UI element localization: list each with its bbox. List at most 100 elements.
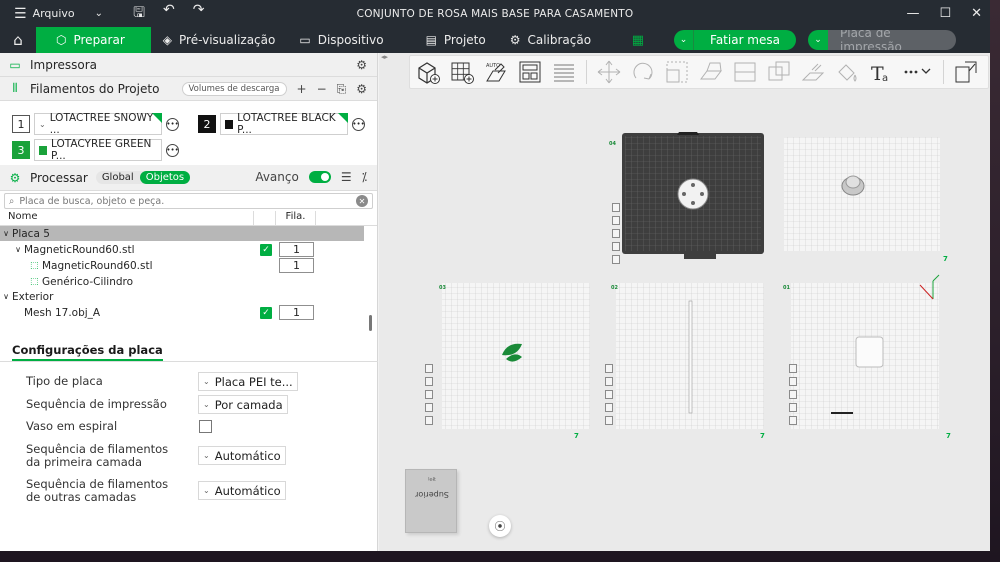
filament-item[interactable]: 2 LOTACTREE BLACK P... ••• xyxy=(198,112,365,136)
remove-filament-icon[interactable]: − xyxy=(317,82,327,96)
tab-prepare[interactable]: ⬡ Preparar xyxy=(36,27,151,53)
file-menu[interactable]: ☰ Arquivo ⌄ xyxy=(0,0,103,27)
plate-arrange-icon[interactable] xyxy=(425,377,433,386)
minimize-icon[interactable]: — xyxy=(906,6,919,21)
object-visible-checkbox[interactable]: ✓ xyxy=(260,306,272,319)
plate-orient-icon[interactable] xyxy=(605,390,613,399)
scope-objects[interactable]: Objetos xyxy=(139,171,191,184)
plate-delete-icon[interactable] xyxy=(789,416,797,425)
clear-search-icon[interactable]: ✕ xyxy=(356,195,368,207)
view-cube-front-face[interactable]: ʇɟǝן xyxy=(406,476,458,482)
spiral-vase-checkbox[interactable] xyxy=(199,420,212,433)
plate-settings-icon[interactable] xyxy=(605,403,613,412)
print-dropdown-icon[interactable]: ⌄ xyxy=(808,30,828,50)
tab-preview[interactable]: ◈ Pré-visualização xyxy=(151,27,288,53)
list-icon[interactable]: ☰ xyxy=(341,170,352,184)
print-button-label[interactable]: Placa de impressão xyxy=(828,30,956,50)
magnetic-round-model[interactable] xyxy=(677,178,709,210)
plate-arrange-icon[interactable] xyxy=(605,377,613,386)
filament-selector[interactable]: ⌄ LOTACTREE SNOWY ... xyxy=(34,112,162,136)
plate-arrange-icon[interactable] xyxy=(789,377,797,386)
plate-orient-icon[interactable] xyxy=(425,390,433,399)
plate-5-active[interactable] xyxy=(622,132,764,259)
filament-index[interactable]: 1 xyxy=(279,305,314,320)
scope-global[interactable]: Global xyxy=(96,171,140,184)
plate-02[interactable] xyxy=(791,283,939,429)
sync-filament-icon[interactable]: ⎘ xyxy=(337,82,347,97)
object-visible-checkbox[interactable]: ✓ xyxy=(260,243,272,256)
tab-project[interactable]: ▤ Projeto xyxy=(414,27,498,53)
maximize-icon[interactable]: ☐ xyxy=(939,6,951,21)
more-options-icon[interactable]: ••• xyxy=(166,143,179,157)
plate-delete-icon[interactable] xyxy=(605,416,613,425)
plate-lock-icon[interactable] xyxy=(605,364,613,373)
filament-index[interactable]: 1 xyxy=(279,258,314,273)
plate-settings-tab[interactable]: Configurações da placa xyxy=(0,340,378,362)
tab-device[interactable]: ▭ Dispositivo xyxy=(287,27,395,53)
tree-row-object[interactable]: Mesh 17.obj_A ✓ 1 xyxy=(0,305,364,320)
stem-model[interactable] xyxy=(688,300,693,414)
plate-arrange-icon[interactable] xyxy=(612,216,620,225)
print-button[interactable]: ⌄ Placa de impressão xyxy=(808,30,956,50)
advanced-toggle[interactable] xyxy=(308,171,331,183)
plate-settings-icon[interactable] xyxy=(425,403,433,412)
slice-button-label[interactable]: Fatiar mesa xyxy=(694,30,796,50)
plate-lock-icon[interactable] xyxy=(425,364,433,373)
filament-selector[interactable]: LOTACTREE BLACK P... xyxy=(220,112,348,136)
tree-row-modifier[interactable]: ⬚ Genérico-Cilindro xyxy=(0,274,364,289)
more-options-icon[interactable]: ••• xyxy=(166,117,179,131)
object-list-scrollbar[interactable] xyxy=(369,315,372,331)
plate-lock-icon[interactable] xyxy=(612,203,620,212)
more-options-icon[interactable]: ••• xyxy=(352,117,365,131)
compare-icon[interactable]: ⁒ xyxy=(362,170,367,184)
first-layer-sequence-select[interactable]: ⌄ Automático xyxy=(198,446,286,465)
view-cube[interactable]: Superior ʇɟǝן xyxy=(405,469,457,533)
undo-icon[interactable]: ↶ xyxy=(163,2,175,26)
plate-settings-icon[interactable] xyxy=(612,242,620,251)
plate-03[interactable] xyxy=(616,283,764,429)
search-input[interactable]: ⌕ Placa de busca, objeto e peça. ✕ xyxy=(4,193,373,209)
plate-row[interactable]: ∨ Placa 5 xyxy=(0,226,364,241)
tree-row-object[interactable]: ∨ MagneticRound60.stl ✓ 1 xyxy=(0,242,364,257)
other-layers-sequence-select[interactable]: ⌄ Automático xyxy=(198,481,286,500)
column-name[interactable]: Nome xyxy=(0,211,254,225)
plate-delete-icon[interactable] xyxy=(612,255,620,264)
plate-delete-icon[interactable] xyxy=(425,416,433,425)
hamburger-icon[interactable]: ☰ xyxy=(14,7,27,21)
tab-calibration[interactable]: ⚙ Calibração xyxy=(498,27,603,53)
multi-plate-icon[interactable]: ▦ xyxy=(632,33,644,48)
process-scope-toggle[interactable]: Global Objetos xyxy=(95,171,191,184)
slice-dropdown-icon[interactable]: ⌄ xyxy=(674,30,695,50)
filament-item[interactable]: 3 LOTACYREE GREEN P... ••• xyxy=(12,138,179,162)
tree-row-part[interactable]: ⬚ MagneticRound60.stl 1 xyxy=(0,258,364,273)
save-icon[interactable]: 🖫 xyxy=(133,2,145,26)
fit-view-icon[interactable]: ⦿ xyxy=(489,515,511,537)
chevron-down-icon[interactable]: ⌄ xyxy=(95,8,103,19)
plate-type-select[interactable]: ⌄ Placa PEI te... xyxy=(198,372,298,391)
plate-lock-icon[interactable] xyxy=(789,364,797,373)
printer-section-header[interactable]: ▭ Impressora ⚙ xyxy=(0,53,377,77)
redo-icon[interactable]: ↷ xyxy=(193,2,205,26)
column-filament[interactable]: Fila. xyxy=(276,211,316,225)
plate-settings-icon[interactable] xyxy=(789,403,797,412)
print-sequence-select[interactable]: ⌄ Por camada xyxy=(198,395,288,414)
slice-button[interactable]: ⌄ Fatiar mesa xyxy=(674,30,796,50)
plate-orient-icon[interactable] xyxy=(789,390,797,399)
flush-volumes-button[interactable]: Volumes de descarga xyxy=(181,82,287,96)
filament-settings-icon[interactable]: ⚙ xyxy=(356,82,367,96)
plate-04[interactable] xyxy=(442,283,590,429)
view-cube-top-face[interactable]: Superior xyxy=(406,490,458,499)
file-menu-label[interactable]: Arquivo xyxy=(33,7,75,20)
3d-viewport[interactable]: ◂▸ AUTO T a 04 03 02 01 7 7 7 7 Superior… xyxy=(379,53,990,551)
plate-top-right[interactable] xyxy=(784,137,940,251)
add-filament-icon[interactable]: + xyxy=(297,82,307,96)
collapse-icon[interactable]: ∨ xyxy=(0,229,12,238)
filament-selector[interactable]: LOTACYREE GREEN P... xyxy=(34,138,162,162)
filament-index[interactable]: 1 xyxy=(279,242,314,257)
collapse-icon[interactable]: ∨ xyxy=(0,292,12,301)
filament-item[interactable]: 1 ⌄ LOTACTREE SNOWY ... ••• xyxy=(12,112,179,136)
plate-orient-icon[interactable] xyxy=(612,229,620,238)
close-icon[interactable]: ✕ xyxy=(971,6,982,21)
home-icon[interactable]: ⌂ xyxy=(0,27,36,53)
printer-settings-icon[interactable]: ⚙ xyxy=(356,58,367,72)
